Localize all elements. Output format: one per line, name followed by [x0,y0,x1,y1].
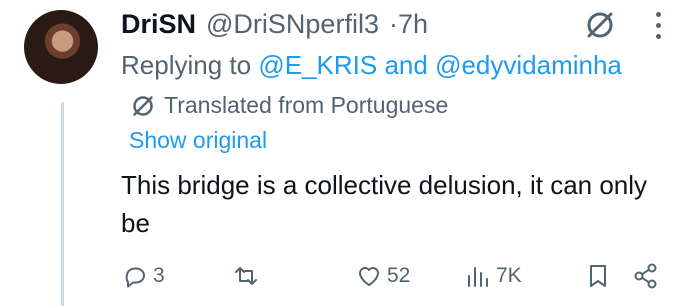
heart-icon [359,267,379,286]
like-count: 52 [387,264,411,287]
bookmark-icon [590,265,606,287]
grok-icon[interactable] [583,8,617,42]
replying-prefix: Replying to [121,50,252,80]
reply-icon [125,267,145,288]
tweet-text: This bridge is a collective delusion, it… [121,170,648,238]
translated-label: Translated from Portuguese [164,92,449,118]
action-bar: 3 52 7K [0,262,700,296]
separator-dot: · [388,8,398,39]
views-button[interactable]: 7K [464,262,522,290]
avatar[interactable] [24,10,98,84]
bookmark-button[interactable] [584,262,612,290]
retweet-icon [235,267,257,285]
display-name[interactable]: DriSN [121,9,196,40]
reply-count: 3 [153,264,165,287]
mention-link[interactable]: @E_KRIS [258,50,377,80]
more-icon[interactable] [654,12,662,42]
replying-to: Replying to @E_KRIS and @edyvidaminha [121,50,622,81]
tweet-header: DriSN @DriSNperfil3 · 7h [121,6,428,42]
mention-joiner: and [384,50,428,80]
views-count: 7K [496,264,522,287]
retweet-button[interactable] [232,262,264,290]
share-button[interactable] [632,262,660,290]
show-original-link[interactable]: Show original [129,127,267,154]
timestamp[interactable]: 7h [398,9,428,40]
reply-button[interactable]: 3 [121,262,165,290]
views-icon [468,267,488,287]
user-handle[interactable]: @DriSNperfil3 [206,9,379,40]
grok-icon [133,95,153,116]
translation-notice: Translated from Portuguese [130,92,448,119]
mention-link[interactable]: @edyvidaminha [435,50,622,80]
like-button[interactable]: 52 [355,262,410,290]
share-icon [634,263,657,289]
